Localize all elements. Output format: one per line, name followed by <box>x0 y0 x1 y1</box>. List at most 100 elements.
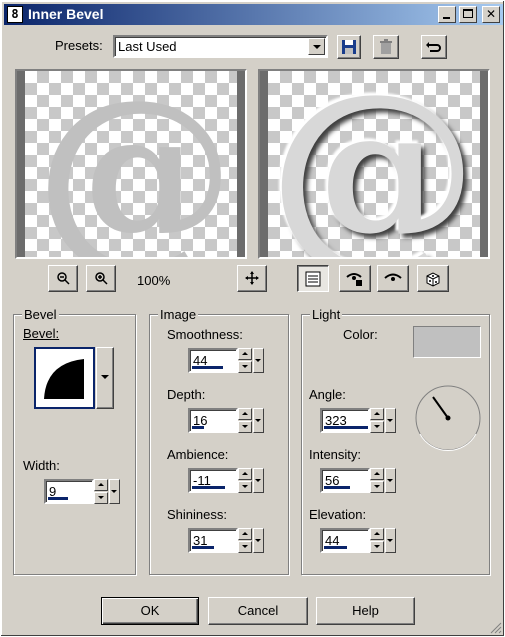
pan-button[interactable] <box>237 265 267 292</box>
decrement-button[interactable] <box>238 361 252 373</box>
angle-field[interactable]: 323 <box>320 408 370 433</box>
ok-button[interactable]: OK <box>101 597 199 625</box>
smoothness-spinner[interactable]: 44 <box>188 348 264 373</box>
decrement-button[interactable] <box>370 541 384 553</box>
auto-proof-button[interactable] <box>339 265 371 292</box>
shininess-field[interactable]: 31 <box>188 528 238 553</box>
width-popout-button[interactable] <box>109 479 120 504</box>
shininess-spinner[interactable]: 31 <box>188 528 264 553</box>
presets-dropdown-button[interactable] <box>308 38 325 55</box>
increment-button[interactable] <box>238 408 252 420</box>
increment-button[interactable] <box>370 528 384 540</box>
elevation-field[interactable]: 44 <box>320 528 370 553</box>
depth-popout-button[interactable] <box>253 408 264 433</box>
angle-dial[interactable] <box>414 384 482 452</box>
floppy-disk-icon <box>342 40 356 54</box>
zoom-out-icon <box>57 272 70 285</box>
smoothness-popout-button[interactable] <box>253 348 264 373</box>
intensity-field[interactable]: 56 <box>320 468 370 493</box>
zoom-out-button[interactable] <box>48 265 78 292</box>
app-icon: 8 <box>7 6 23 23</box>
intensity-label: Intensity: <box>309 447 362 462</box>
proof-toggle-button[interactable] <box>297 265 329 292</box>
intensity-popout-button[interactable] <box>385 468 396 493</box>
ambience-slider-bar <box>192 486 225 489</box>
bevel-label: Bevel: <box>23 326 60 341</box>
randomize-button[interactable] <box>417 265 449 292</box>
zoom-level: 100% <box>137 273 171 288</box>
bevel-shape-picker[interactable] <box>34 347 114 409</box>
elevation-label: Elevation: <box>309 507 367 522</box>
light-group-title: Light <box>310 307 343 322</box>
delete-preset-button[interactable] <box>373 35 399 59</box>
ambience-popout-button[interactable] <box>253 468 264 493</box>
ambience-spinner[interactable]: -11 <box>188 468 264 493</box>
maximize-button[interactable] <box>459 6 477 23</box>
decrement-button[interactable] <box>370 421 384 433</box>
depth-stepper[interactable] <box>238 408 252 433</box>
decrement-button[interactable] <box>238 541 252 553</box>
preview-window-icon <box>305 271 321 287</box>
eye-lock-icon <box>346 273 362 286</box>
smoothness-field[interactable]: 44 <box>188 348 238 373</box>
resize-grip-icon[interactable] <box>490 622 502 634</box>
depth-field[interactable]: 16 <box>188 408 238 433</box>
presets-dropdown[interactable]: Last Used <box>113 35 328 58</box>
width-stepper[interactable] <box>94 479 108 504</box>
image-group-title: Image <box>158 307 199 322</box>
depth-spinner[interactable]: 16 <box>188 408 264 433</box>
presets-value: Last Used <box>118 39 177 54</box>
intensity-stepper[interactable] <box>370 468 384 493</box>
increment-button[interactable] <box>370 408 384 420</box>
smoothness-slider-bar <box>192 366 223 369</box>
elevation-popout-button[interactable] <box>385 528 396 553</box>
ambience-field[interactable]: -11 <box>188 468 238 493</box>
ambience-stepper[interactable] <box>238 468 252 493</box>
reset-button[interactable] <box>421 35 447 59</box>
help-button[interactable]: Help <box>316 597 415 625</box>
title-bar[interactable]: 8 Inner Bevel ✕ <box>4 4 503 25</box>
width-spinner[interactable]: 9 <box>44 479 120 504</box>
increment-button[interactable] <box>238 468 252 480</box>
width-label: Width: <box>23 458 60 473</box>
width-field[interactable]: 9 <box>44 479 94 504</box>
angle-label: Angle: <box>309 387 346 402</box>
minimize-button[interactable] <box>438 6 456 23</box>
decrement-button[interactable] <box>94 492 108 504</box>
intensity-spinner[interactable]: 56 <box>320 468 396 493</box>
decrement-button[interactable] <box>238 481 252 493</box>
increment-button[interactable] <box>370 468 384 480</box>
angle-popout-button[interactable] <box>385 408 396 433</box>
smoothness-label: Smoothness: <box>167 327 243 342</box>
increment-button[interactable] <box>238 528 252 540</box>
increment-button[interactable] <box>94 479 108 491</box>
preview-on-image-button[interactable] <box>377 265 409 292</box>
bevel-shape-preview <box>34 347 95 409</box>
bevel-shape-dropdown-button[interactable] <box>96 347 114 409</box>
original-preview[interactable]: @ <box>15 69 247 259</box>
close-button[interactable]: ✕ <box>482 6 500 23</box>
shininess-stepper[interactable] <box>238 528 252 553</box>
save-preset-button[interactable] <box>337 35 361 59</box>
undo-arrow-icon <box>426 42 441 52</box>
close-icon: ✕ <box>485 7 497 21</box>
preview-glyph-original: @ <box>35 69 235 259</box>
smoothness-stepper[interactable] <box>238 348 252 373</box>
shininess-label: Shininess: <box>167 507 227 522</box>
light-color-swatch[interactable] <box>413 326 481 358</box>
decrement-button[interactable] <box>370 481 384 493</box>
decrement-button[interactable] <box>238 421 252 433</box>
increment-button[interactable] <box>238 348 252 360</box>
angle-stepper[interactable] <box>370 408 384 433</box>
result-preview[interactable]: @ <box>258 69 490 259</box>
cancel-button[interactable]: Cancel <box>208 597 308 625</box>
zoom-in-button[interactable] <box>86 265 116 292</box>
elevation-stepper[interactable] <box>370 528 384 553</box>
angle-spinner[interactable]: 323 <box>320 408 396 433</box>
bevel-group-title: Bevel <box>22 307 59 322</box>
shininess-popout-button[interactable] <box>253 528 264 553</box>
depth-label: Depth: <box>167 387 206 402</box>
minimize-icon <box>443 17 450 19</box>
eye-icon <box>384 273 402 281</box>
elevation-spinner[interactable]: 44 <box>320 528 396 553</box>
